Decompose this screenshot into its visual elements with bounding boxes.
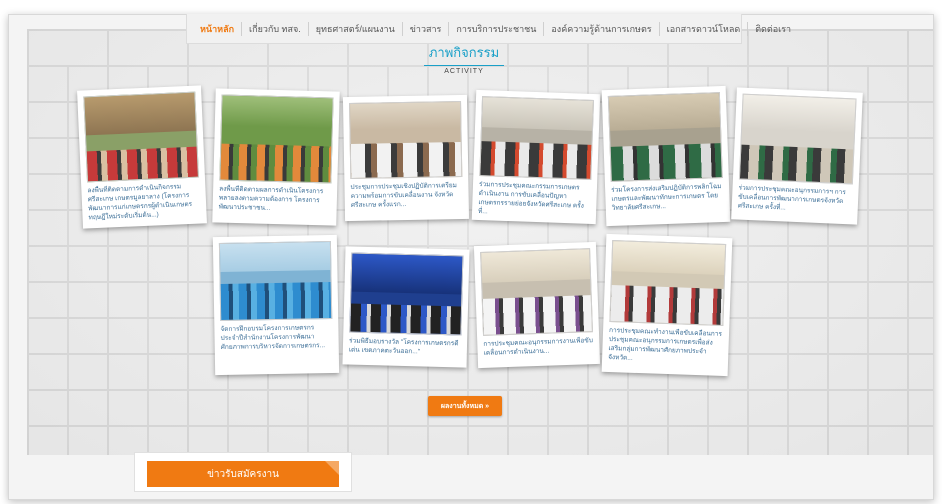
nav-item-knowledge[interactable]: องค์ความรู้ด้านการเกษตร bbox=[544, 21, 660, 36]
activity-card[interactable]: ร่วมการประชุมคณะอนุกรรมการฯ การขับเคลื่อ… bbox=[731, 87, 863, 225]
activity-caption: ร่วมการประชุมคณะกรรมการเกษตรดำเนินงาน กา… bbox=[477, 181, 584, 216]
activity-caption: จัดการฝึกอบรมโครงการเกษตรกรประจำปีสำนักง… bbox=[220, 324, 326, 351]
activity-card[interactable]: จัดการฝึกอบรมโครงการเกษตรกรประจำปีสำนักง… bbox=[212, 234, 340, 376]
nav-item-home[interactable]: หน้าหลัก bbox=[193, 21, 243, 36]
main-nav: หน้าหลัก เกี่ยวกับ ทสจ. ยุทธศาสตร์/แผนงา… bbox=[186, 14, 791, 44]
activity-card[interactable]: ร่วมการประชุมคณะกรรมการเกษตรดำเนินงาน กา… bbox=[471, 89, 601, 225]
activity-caption: ร่วมการประชุมคณะอนุกรรมการฯ การขับเคลื่อ… bbox=[737, 184, 846, 212]
view-all-activities-button[interactable]: ผลงานทั้งหมด » bbox=[428, 396, 502, 416]
activity-card[interactable]: ลงพื้นที่ติดตามการดำเนินกิจกรรมศรีสะเกษ … bbox=[77, 85, 207, 229]
nav-item-strategy[interactable]: ยุทธศาสตร์/แผนงาน bbox=[309, 21, 403, 36]
activity-photo bbox=[349, 252, 464, 336]
activity-card[interactable]: ร่วมพิธีมอบรางวัล "โครงการเกษตรกรดีเด่น … bbox=[342, 246, 470, 368]
activity-photo bbox=[349, 101, 463, 179]
activity-photo bbox=[480, 248, 593, 336]
activity-caption: ร่วมพิธีมอบรางวัล "โครงการเกษตรกรดีเด่น … bbox=[348, 337, 459, 356]
activity-photo bbox=[83, 91, 199, 183]
activity-photo bbox=[219, 94, 334, 184]
activity-caption: ร่วมโครงการส่งเสริมปฏิบัติการพลิกโฉมเกษต… bbox=[611, 183, 722, 212]
activity-card[interactable]: ร่วมโครงการส่งเสริมปฏิบัติการพลิกโฉมเกษต… bbox=[601, 85, 731, 227]
nav-item-contact[interactable]: ติดต่อเรา bbox=[748, 22, 798, 36]
section-title: ภาพกิจกรรม bbox=[428, 45, 500, 60]
activity-card[interactable]: การประชุมคณะทำงานเพื่อขับเคลื่อนการประชุ… bbox=[601, 233, 733, 377]
section-subtitle: ACTIVITY bbox=[444, 68, 484, 75]
nav-item-news[interactable]: ข่าวสาร bbox=[403, 21, 450, 36]
activity-photo bbox=[218, 241, 333, 321]
activity-caption: ลงพื้นที่ติดตามผลการดำเนินโครงการพลายลงต… bbox=[218, 185, 324, 212]
section-heading: ภาพกิจกรรม ACTIVITY bbox=[414, 42, 514, 75]
divider bbox=[424, 65, 504, 66]
activity-caption: ประชุมการประชุมเชิงปฏิบัติการเตรียมความพ… bbox=[350, 182, 457, 209]
activity-photo bbox=[609, 240, 727, 326]
activity-photo bbox=[607, 92, 723, 182]
job-news-panel: ข่าวรับสมัครงาน bbox=[134, 452, 352, 492]
activity-photo bbox=[479, 96, 595, 180]
activity-caption: ลงพื้นที่ติดตามการดำเนินกิจกรรมศรีสะเกษ … bbox=[87, 183, 193, 222]
activity-caption: การประชุมคณะทำงานเพื่อขับเคลื่อนการประชุ… bbox=[608, 326, 723, 362]
nav-item-about[interactable]: เกี่ยวกับ ทสจ. bbox=[242, 21, 309, 36]
corner-fold-icon bbox=[325, 461, 339, 475]
job-news-label: ข่าวรับสมัครงาน bbox=[207, 468, 279, 480]
activity-photo bbox=[738, 93, 857, 185]
nav-item-services[interactable]: การบริการประชาชน bbox=[449, 21, 545, 36]
activity-card[interactable]: การประชุมคณะอนุกรรมการงานเพื่อขับเคลื่อน… bbox=[473, 241, 601, 369]
activity-card[interactable]: ลงพื้นที่ติดตามผลการดำเนินโครงการพลายลงต… bbox=[212, 88, 340, 226]
job-news-button[interactable]: ข่าวรับสมัครงาน bbox=[147, 461, 339, 487]
activity-card[interactable]: ประชุมการประชุมเชิงปฏิบัติการเตรียมความพ… bbox=[342, 94, 470, 222]
nav-item-downloads[interactable]: เอกสารดาวน์โหลด bbox=[660, 21, 749, 36]
activity-caption: การประชุมคณะอนุกรรมการงานเพื่อขับเคลื่อน… bbox=[483, 337, 594, 357]
